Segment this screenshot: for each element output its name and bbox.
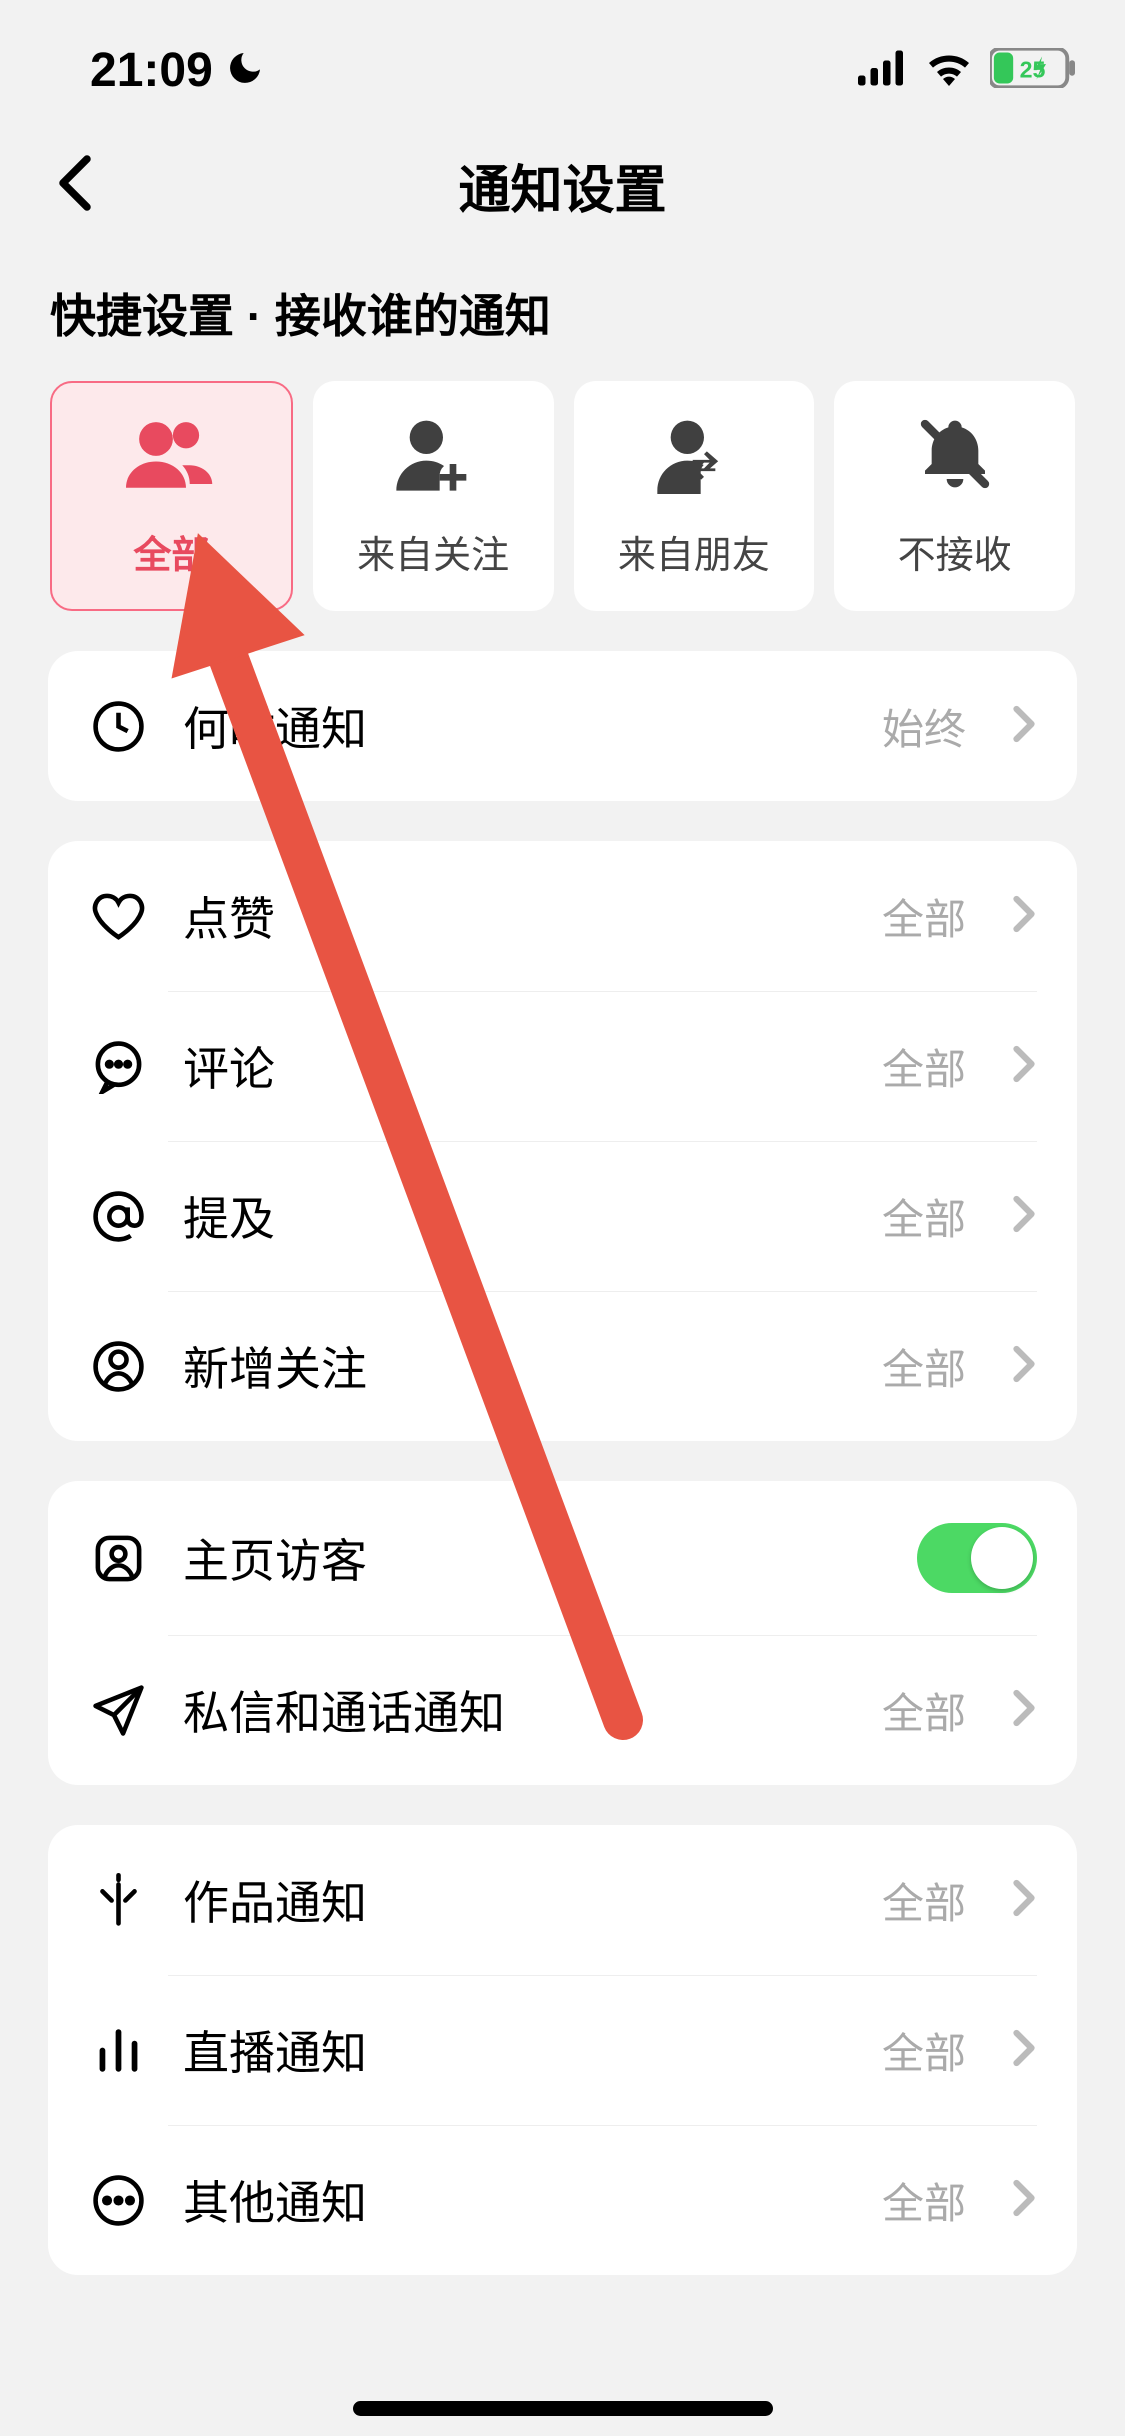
row-other[interactable]: 其他通知 全部: [48, 2125, 1077, 2275]
row-label: 直播通知: [183, 2017, 847, 2083]
follower-icon: [88, 1336, 148, 1396]
row-label: 新增关注: [183, 1333, 847, 1399]
toggle-switch[interactable]: [917, 1523, 1037, 1593]
settings-group: 主页访客 私信和通话通知 全部: [48, 1481, 1077, 1785]
quick-item-all[interactable]: 全部: [50, 381, 293, 611]
row-value: 全部: [882, 1036, 966, 1097]
quick-label: 全部: [133, 524, 209, 579]
quick-item-none[interactable]: 不接收: [834, 381, 1075, 611]
moon-icon: [225, 48, 265, 93]
row-value: 全部: [882, 2170, 966, 2231]
status-right: 25: [858, 48, 1075, 93]
row-value: 全部: [882, 1680, 966, 1741]
comment-icon: [88, 1036, 148, 1096]
bars-icon: [88, 2020, 148, 2080]
clock-icon: [88, 696, 148, 756]
page-title: 通知设置: [458, 148, 666, 223]
visitor-icon: [88, 1528, 148, 1588]
bell-off-icon: [915, 414, 995, 499]
signal-icon: [858, 50, 908, 91]
chevron-right-icon: [1011, 2178, 1037, 2223]
row-live[interactable]: 直播通知 全部: [48, 1975, 1077, 2125]
quick-label: 来自关注: [357, 524, 509, 579]
status-time: 21:09: [90, 43, 213, 98]
row-label: 主页访客: [183, 1525, 882, 1591]
quick-label: 来自朋友: [618, 524, 770, 579]
chevron-right-icon: [1011, 1344, 1037, 1389]
person-add-icon: [393, 414, 473, 499]
row-label: 提及: [183, 1183, 847, 1249]
row-label: 作品通知: [183, 1867, 847, 1933]
chevron-right-icon: [1011, 1878, 1037, 1923]
settings-group: 作品通知 全部 直播通知 全部 其他通知 全部: [48, 1825, 1077, 2275]
status-left: 21:09: [90, 43, 265, 98]
row-dm[interactable]: 私信和通话通知 全部: [48, 1635, 1077, 1785]
quick-item-friends[interactable]: 来自朋友: [574, 381, 815, 611]
quick-settings: 全部 来自关注 来自朋友 不接收: [0, 366, 1125, 651]
row-value: 全部: [882, 1336, 966, 1397]
row-value: 全部: [882, 886, 966, 947]
row-label: 何时通知: [183, 693, 847, 759]
chevron-right-icon: [1011, 1194, 1037, 1239]
person-exchange-icon: [654, 414, 734, 499]
section-header: 快捷设置 · 接收谁的通知: [0, 250, 1125, 366]
send-icon: [88, 1680, 148, 1740]
row-new-follower[interactable]: 新增关注 全部: [48, 1291, 1077, 1441]
battery-icon: 25: [990, 48, 1075, 93]
row-visitor: 主页访客: [48, 1481, 1077, 1635]
sparkle-icon: [88, 1870, 148, 1930]
quick-label: 不接收: [898, 524, 1012, 579]
row-value: 全部: [882, 1186, 966, 1247]
row-label: 点赞: [183, 883, 847, 949]
chevron-right-icon: [1011, 1044, 1037, 1089]
row-comment[interactable]: 评论 全部: [48, 991, 1077, 1141]
chevron-right-icon: [1011, 704, 1037, 749]
people-icon: [126, 414, 216, 499]
back-button[interactable]: [55, 153, 95, 218]
row-like[interactable]: 点赞 全部: [48, 841, 1077, 991]
more-icon: [88, 2170, 148, 2230]
row-works[interactable]: 作品通知 全部: [48, 1825, 1077, 1975]
quick-item-following[interactable]: 来自关注: [313, 381, 554, 611]
nav-bar: 通知设置: [0, 120, 1125, 250]
wifi-icon: [924, 50, 974, 91]
status-bar: 21:09 25: [0, 0, 1125, 120]
row-label: 其他通知: [183, 2167, 847, 2233]
row-mention[interactable]: 提及 全部: [48, 1141, 1077, 1291]
row-value: 始终: [882, 696, 966, 757]
settings-group: 何时通知 始终: [48, 651, 1077, 801]
chevron-right-icon: [1011, 2028, 1037, 2073]
heart-icon: [88, 886, 148, 946]
row-value: 全部: [882, 1870, 966, 1931]
chevron-right-icon: [1011, 1688, 1037, 1733]
row-label: 评论: [183, 1033, 847, 1099]
chevron-right-icon: [1011, 894, 1037, 939]
mention-icon: [88, 1186, 148, 1246]
row-label: 私信和通话通知: [183, 1677, 847, 1743]
row-value: 全部: [882, 2020, 966, 2081]
row-when-notify[interactable]: 何时通知 始终: [48, 651, 1077, 801]
settings-group: 点赞 全部 评论 全部 提及 全部 新增关注 全部: [48, 841, 1077, 1441]
home-indicator: [353, 2401, 773, 2416]
